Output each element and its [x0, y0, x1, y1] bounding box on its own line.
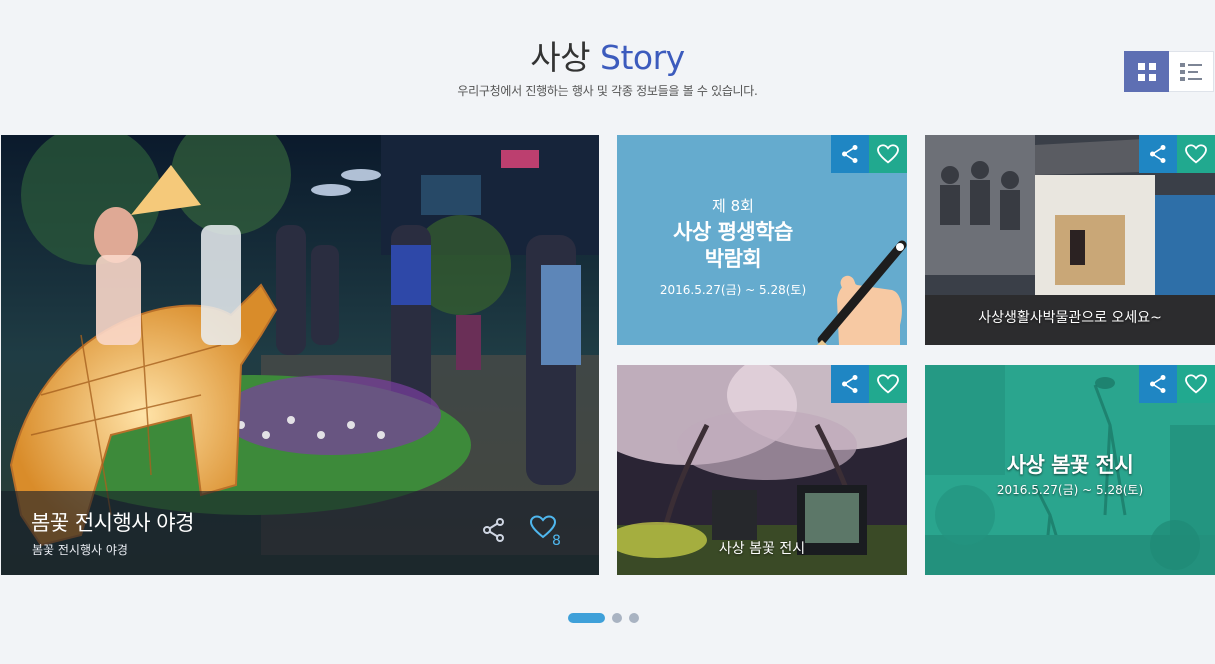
heart-icon: [877, 374, 899, 394]
heart-icon: [1185, 144, 1207, 164]
share-icon: [842, 375, 858, 393]
title-accent: Story: [600, 38, 685, 77]
like-button[interactable]: [869, 135, 907, 173]
featured-subtitle: 봄꽃 전시행사 야경: [32, 543, 128, 557]
list-view-button[interactable]: [1169, 51, 1214, 92]
card-line1: 제 8회: [712, 197, 754, 215]
card-actions: [831, 135, 907, 173]
card-actions: [1139, 365, 1215, 403]
card-headline: 사상 평생학습 박람회: [617, 219, 849, 273]
list-view-icon: [1180, 62, 1202, 81]
card-flower-exhibition[interactable]: 사상 봄꽃 전시 2016.5.27(금) ~ 5.28(토): [925, 365, 1215, 575]
featured-card[interactable]: 봄꽃 전시행사 야경 봄꽃 전시행사 야경 8: [1, 135, 599, 575]
card-date: 2016.5.27(금) ~ 5.28(토): [659, 283, 807, 297]
card-caption: 사상생활사박물관으로 오세요~: [978, 310, 1162, 326]
like-button[interactable]: [1177, 365, 1215, 403]
card-headline-a: 사상 평생학습: [673, 220, 793, 244]
pagination-dot-2[interactable]: [612, 613, 622, 623]
carousel-pagination: [568, 613, 646, 623]
grid-view-icon: [1137, 62, 1156, 81]
featured-caption: 봄꽃 전시행사 야경 봄꽃 전시행사 야경 8: [1, 491, 599, 575]
featured-like-count: 8: [552, 533, 561, 549]
heart-icon: [877, 144, 899, 164]
grid-view-button[interactable]: [1124, 51, 1169, 92]
section-title: 사상 Story: [0, 38, 1215, 78]
card-actions: [1139, 135, 1215, 173]
heart-icon: [1185, 374, 1207, 394]
pagination-dot-3[interactable]: [629, 613, 639, 623]
card-spring-flowers[interactable]: 사상 봄꽃 전시: [617, 365, 907, 575]
share-button[interactable]: [1139, 365, 1177, 403]
pagination-dot-1[interactable]: [568, 613, 605, 623]
featured-title: 봄꽃 전시행사 야경: [31, 511, 194, 535]
share-icon: [483, 518, 504, 542]
card-date: 2016.5.27(금) ~ 5.28(토): [996, 483, 1144, 497]
card-title: 사상 봄꽃 전시: [1006, 453, 1134, 477]
share-button[interactable]: [1139, 135, 1177, 173]
like-button[interactable]: [869, 365, 907, 403]
card-caption: 사상 봄꽃 전시: [718, 541, 806, 557]
share-icon: [842, 145, 858, 163]
card-learning-fair[interactable]: 제 8회 사상 평생학습 박람회 2016.5.27(금) ~ 5.28(토): [617, 135, 907, 345]
section-header: 사상 Story 우리구청에서 진행하는 행사 및 각종 정보들을 볼 수 있습…: [0, 38, 1215, 99]
view-toggle: [1124, 51, 1214, 92]
card-actions: [831, 365, 907, 403]
like-button[interactable]: [1177, 135, 1215, 173]
share-button[interactable]: [831, 365, 869, 403]
share-button[interactable]: [831, 135, 869, 173]
featured-share-button[interactable]: [483, 518, 505, 546]
share-icon: [1150, 375, 1166, 393]
title-main: 사상: [530, 38, 591, 77]
share-icon: [1150, 145, 1166, 163]
section-subtitle: 우리구청에서 진행하는 행사 및 각종 정보들을 볼 수 있습니다.: [457, 84, 758, 98]
card-headline-b: 박람회: [704, 247, 762, 271]
card-museum[interactable]: 사상생활사박물관으로 오세요~: [925, 135, 1215, 345]
